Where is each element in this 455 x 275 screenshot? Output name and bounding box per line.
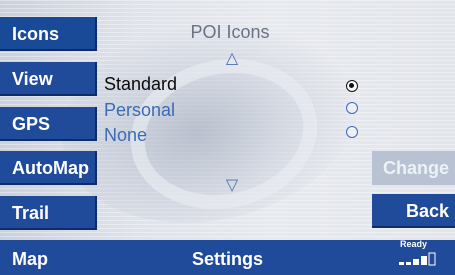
sidebar-item-view[interactable]: View [0, 62, 97, 96]
signal-strength-icon [399, 252, 436, 266]
settings-label: Settings [192, 249, 264, 269]
sidebar-item-automap[interactable]: AutoMap [0, 151, 97, 185]
option-none[interactable]: None [104, 125, 147, 145]
map-label[interactable]: Map [12, 240, 48, 275]
radio-none[interactable] [346, 126, 358, 138]
scroll-down-icon[interactable]: ▽ [222, 175, 242, 195]
sidebar-item-trail[interactable]: Trail [0, 196, 97, 230]
radio-personal[interactable] [346, 102, 358, 114]
radio-standard-selected[interactable] [346, 80, 358, 92]
bottom-status-bar: Map Settings [0, 240, 455, 275]
change-button[interactable]: Change [372, 151, 455, 185]
sidebar-item-icons[interactable]: Icons [0, 17, 97, 51]
navigation-screen: Icons View GPS AutoMap Trail POI Icons △… [0, 0, 455, 275]
option-personal[interactable]: Personal [104, 100, 175, 120]
status-ready-text: Ready [400, 239, 428, 249]
page-title: POI Icons [190, 22, 270, 42]
sidebar-item-gps[interactable]: GPS [0, 107, 97, 141]
option-standard[interactable]: Standard [104, 74, 177, 94]
scroll-up-icon[interactable]: △ [222, 48, 242, 68]
back-button[interactable]: Back [372, 194, 455, 228]
